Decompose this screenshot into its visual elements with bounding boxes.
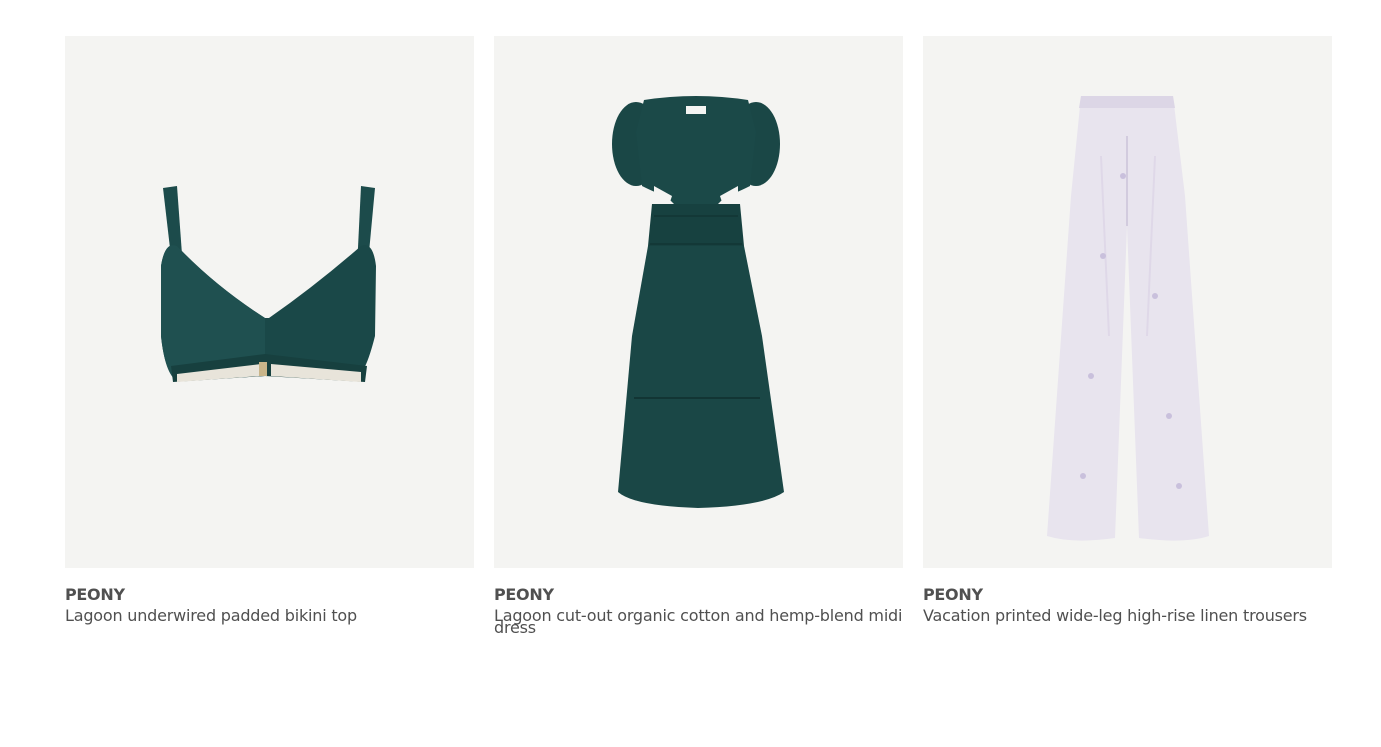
product-image[interactable] <box>65 36 474 568</box>
product-card[interactable]: PEONY Lagoon cut-out organic cotton and … <box>494 36 903 636</box>
wide-leg-trousers-image <box>1047 96 1209 541</box>
midi-dress-image <box>612 96 784 508</box>
product-name[interactable]: Vacation printed wide-leg high-rise line… <box>923 608 1332 624</box>
bikini-top-image <box>161 186 376 382</box>
product-image[interactable] <box>923 36 1332 568</box>
product-card[interactable]: PEONY Vacation printed wide-leg high-ris… <box>923 36 1332 634</box>
product-card[interactable]: PEONY Lagoon underwired padded bikini to… <box>65 36 474 634</box>
product-brand[interactable]: PEONY <box>65 585 474 605</box>
product-brand[interactable]: PEONY <box>494 585 903 605</box>
product-image[interactable] <box>494 36 903 568</box>
product-grid: PEONY Lagoon underwired padded bikini to… <box>65 36 1332 636</box>
product-name[interactable]: Lagoon cut-out organic cotton and hemp-b… <box>494 608 903 636</box>
product-name[interactable]: Lagoon underwired padded bikini top <box>65 608 474 624</box>
product-brand[interactable]: PEONY <box>923 585 1332 605</box>
